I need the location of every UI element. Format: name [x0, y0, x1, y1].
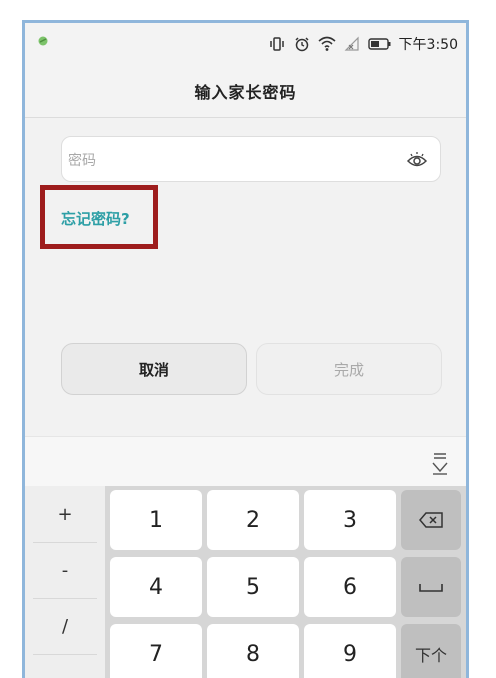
digit-key-6[interactable]: 6: [304, 557, 396, 617]
numeric-keyboard: + - / . 1 2 3 4 5 6 7 8 9 下个: [25, 486, 466, 678]
alarm-icon: [295, 37, 309, 52]
next-key[interactable]: 下个: [401, 624, 461, 678]
notification-icon: [38, 36, 48, 46]
space-icon: [419, 584, 443, 592]
forgot-password-link[interactable]: 忘记密码?: [61, 208, 130, 229]
digit-key-1[interactable]: 1: [110, 490, 202, 550]
symbol-column: + - / .: [25, 486, 105, 678]
slash-key[interactable]: /: [25, 598, 105, 654]
digit-key-3[interactable]: 3: [304, 490, 396, 550]
done-button[interactable]: 完成: [256, 343, 442, 395]
vibrate-icon: [269, 37, 284, 51]
page-title: 输入家长密码: [194, 83, 297, 102]
digit-key-5[interactable]: 5: [207, 557, 299, 617]
password-form: 密码 忘记密码? 取消 完成: [25, 118, 466, 436]
backspace-key[interactable]: [401, 490, 461, 550]
digit-key-9[interactable]: 9: [304, 624, 396, 678]
dot-key[interactable]: .: [25, 654, 105, 678]
battery-icon: [367, 38, 391, 50]
digit-key-7[interactable]: 7: [110, 624, 202, 678]
no-signal-icon: [344, 36, 359, 51]
keyboard-toolbar: [25, 436, 466, 487]
plus-key[interactable]: +: [25, 486, 105, 542]
title-bar: 输入家长密码: [25, 65, 466, 118]
eye-icon[interactable]: [406, 150, 428, 170]
status-bar: 下午3:50: [25, 23, 466, 65]
digit-key-4[interactable]: 4: [110, 557, 202, 617]
backspace-icon: [419, 512, 443, 528]
space-key[interactable]: [401, 557, 461, 617]
phone-screen: 下午3:50 输入家长密码 密码 忘记密码? 取消 完成 + - / 1 2 3…: [22, 20, 469, 678]
minus-key[interactable]: -: [25, 542, 105, 598]
status-time: 下午3:50: [398, 37, 458, 53]
keyboard-hide-icon[interactable]: [430, 451, 450, 475]
digit-key-8[interactable]: 8: [207, 624, 299, 678]
digit-key-2[interactable]: 2: [207, 490, 299, 550]
password-input[interactable]: 密码: [61, 136, 441, 182]
wifi-icon: [318, 36, 336, 51]
password-placeholder: 密码: [68, 153, 96, 169]
cancel-button[interactable]: 取消: [61, 343, 247, 395]
